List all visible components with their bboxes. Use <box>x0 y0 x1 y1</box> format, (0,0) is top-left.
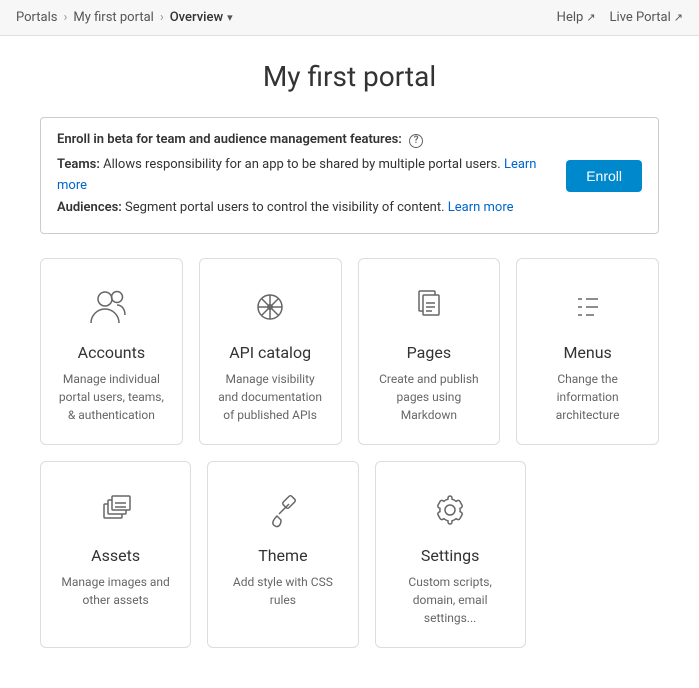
enroll-button[interactable]: Enroll <box>566 160 642 192</box>
breadcrumb: Portals › My first portal › Overview ▾ <box>16 10 233 25</box>
top-nav: Portals › My first portal › Overview ▾ H… <box>0 0 699 36</box>
audiences-line: Audiences: Segment portal users to contr… <box>57 198 554 219</box>
assets-title: Assets <box>91 546 140 565</box>
breadcrumb-portal-name[interactable]: My first portal <box>73 10 153 25</box>
help-external-icon: ↗ <box>586 11 595 24</box>
menus-desc: Change the information architecture <box>533 370 642 424</box>
pages-title: Pages <box>407 343 451 362</box>
breadcrumb-current-page: Overview ▾ <box>170 10 233 25</box>
breadcrumb-sep-2: › <box>160 10 164 25</box>
cards-row-2: Assets Manage images and other assets Th… <box>40 461 659 648</box>
assets-icon <box>92 486 140 534</box>
page-title: My first portal <box>40 60 659 93</box>
api-catalog-card[interactable]: API catalog Manage visibility and docume… <box>199 258 342 445</box>
cards-row-1: Accounts Manage individual portal users,… <box>40 258 659 445</box>
beta-banner-title: Enroll in beta for team and audience man… <box>57 130 554 151</box>
help-tooltip-icon[interactable]: ? <box>409 134 423 148</box>
live-portal-link[interactable]: Live Portal ↗ <box>610 10 683 25</box>
theme-card[interactable]: Theme Add style with CSS rules <box>207 461 358 648</box>
accounts-card[interactable]: Accounts Manage individual portal users,… <box>40 258 183 445</box>
breadcrumb-portals[interactable]: Portals <box>16 10 57 25</box>
theme-icon <box>259 486 307 534</box>
api-catalog-icon <box>246 283 294 331</box>
accounts-icon <box>87 283 135 331</box>
help-link[interactable]: Help ↗ <box>557 10 596 25</box>
breadcrumb-sep-1: › <box>63 10 67 25</box>
beta-banner: Enroll in beta for team and audience man… <box>40 117 659 234</box>
breadcrumb-dropdown-icon[interactable]: ▾ <box>227 11 233 24</box>
beta-banner-text: Enroll in beta for team and audience man… <box>57 130 554 221</box>
pages-card[interactable]: Pages Create and publish pages using Mar… <box>358 258 501 445</box>
main-content: My first portal Enroll in beta for team … <box>0 36 699 688</box>
settings-icon <box>426 486 474 534</box>
nav-right: Help ↗ Live Portal ↗ <box>557 10 683 25</box>
settings-desc: Custom scripts, domain, email settings..… <box>392 573 509 627</box>
teams-line: Teams: Allows responsibility for an app … <box>57 155 554 197</box>
live-portal-external-icon: ↗ <box>674 11 683 24</box>
audiences-learn-more-link[interactable]: Learn more <box>448 200 514 215</box>
api-catalog-desc: Manage visibility and documentation of p… <box>216 370 325 424</box>
accounts-desc: Manage individual portal users, teams, &… <box>57 370 166 424</box>
pages-desc: Create and publish pages using Markdown <box>375 370 484 424</box>
theme-title: Theme <box>258 546 307 565</box>
accounts-title: Accounts <box>78 343 145 362</box>
menus-title: Menus <box>563 343 611 362</box>
menus-card[interactable]: Menus Change the information architectur… <box>516 258 659 445</box>
menus-icon <box>564 283 612 331</box>
settings-card[interactable]: Settings Custom scripts, domain, email s… <box>375 461 526 648</box>
assets-card[interactable]: Assets Manage images and other assets <box>40 461 191 648</box>
pages-icon <box>405 283 453 331</box>
api-catalog-title: API catalog <box>229 343 311 362</box>
settings-title: Settings <box>421 546 479 565</box>
